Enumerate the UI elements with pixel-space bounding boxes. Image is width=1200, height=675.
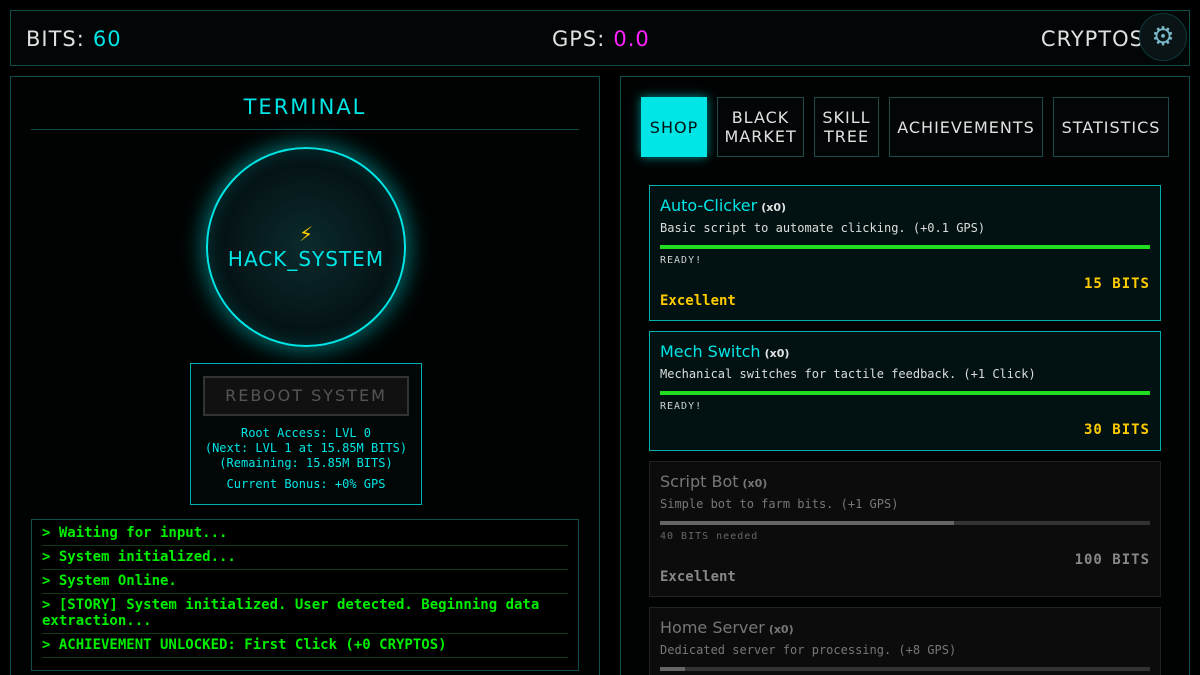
- hack-system-label: HACK_SYSTEM: [227, 247, 385, 271]
- item-description: Dedicated server for processing. (+8 GPS…: [660, 643, 957, 657]
- top-bar: BITS: 60 GPS: 0.0 CRYPTOS ⚙: [10, 10, 1190, 66]
- gear-icon: ⚙: [1151, 22, 1175, 52]
- next-level-info: (Next: LVL 1 at 15.85M BITS): [204, 441, 408, 455]
- item-count: (x0): [742, 477, 768, 490]
- item-price: 15 BITS: [1083, 276, 1150, 292]
- terminal-panel: TERMINAL ⚡ HACK_SYSTEM REBOOT SYSTEM Roo…: [10, 76, 600, 675]
- shop-item-script-bot[interactable]: Script Bot (x0) Simple bot to farm bits. …: [649, 461, 1161, 597]
- log-line: > ACHIEVEMENT UNLOCKED: First Click (+0 …: [42, 634, 568, 658]
- item-progress-bar: [660, 667, 1150, 671]
- log-line: > Waiting for input...: [42, 522, 568, 546]
- tab-skill-tree[interactable]: SKILL TREE: [814, 97, 879, 157]
- tab-black-market-label: BLACK MARKET: [724, 108, 797, 146]
- gps-value: 0.0: [613, 27, 650, 51]
- item-status: READY!: [660, 401, 703, 412]
- item-name: Auto-Clicker: [660, 196, 758, 215]
- shop-panel: SHOP BLACK MARKET SKILL TREE ACHIEVEMENT…: [620, 76, 1190, 675]
- tab-statistics[interactable]: STATISTICS: [1053, 97, 1169, 157]
- bits-value: 60: [92, 27, 122, 51]
- item-progress-fill: [660, 667, 685, 671]
- remaining-info: (Remaining: 15.85M BITS): [219, 456, 393, 470]
- tab-skill-tree-label: SKILL TREE: [822, 108, 871, 146]
- bits-counter: BITS: 60: [26, 27, 122, 51]
- tab-achievements[interactable]: ACHIEVEMENTS: [889, 97, 1043, 157]
- terminal-log: > Waiting for input... > System initiali…: [31, 519, 579, 671]
- current-bonus: Current Bonus: +0% GPS: [226, 477, 386, 491]
- item-status: 40 BITS needed: [660, 531, 759, 542]
- item-progress-bar: [660, 521, 1150, 525]
- reboot-system-button[interactable]: REBOOT SYSTEM: [203, 376, 409, 416]
- cryptos-label: CRYPTOS: [1040, 27, 1144, 51]
- hack-system-button[interactable]: ⚡ HACK_SYSTEM: [206, 147, 406, 347]
- item-price: 30 BITS: [1083, 422, 1150, 438]
- item-count: (x0): [761, 201, 787, 214]
- item-description: Basic script to automate clicking. (+0.1…: [660, 221, 986, 235]
- shop-item-home-server[interactable]: Home Server (x0) Dedicated server for pro…: [649, 607, 1161, 675]
- item-description: Simple bot to farm bits. (+1 GPS): [660, 497, 899, 511]
- item-title: Auto-Clicker (x0): [660, 196, 786, 215]
- lightning-icon: ⚡: [298, 222, 314, 246]
- log-line: > System Online.: [42, 570, 568, 594]
- item-title: Script Bot (x0): [660, 472, 767, 491]
- reboot-panel: REBOOT SYSTEM Root Access: LVL 0 (Next: …: [190, 363, 422, 505]
- gps-counter: GPS: 0.0: [552, 27, 650, 51]
- item-progress-fill: [660, 391, 1150, 395]
- settings-button[interactable]: ⚙: [1139, 13, 1187, 61]
- item-progress-bar: [660, 391, 1150, 395]
- bits-label: BITS:: [26, 27, 85, 51]
- item-rating: Excellent: [660, 569, 736, 585]
- item-name: Mech Switch: [660, 342, 761, 361]
- item-name: Home Server: [660, 618, 765, 637]
- cryptos-counter: CRYPTOS: [1041, 27, 1144, 51]
- shop-item-auto-clicker[interactable]: Auto-Clicker (x0) Basic script to automat…: [649, 185, 1161, 321]
- root-access-level: Root Access: LVL 0: [240, 426, 372, 440]
- item-title: Home Server (x0): [660, 618, 794, 637]
- item-title: Mech Switch (x0): [660, 342, 789, 361]
- item-name: Script Bot: [660, 472, 739, 491]
- root-access-info: Root Access: LVL 0 (Next: LVL 1 at 15.85…: [191, 426, 421, 492]
- shop-item-mech-switch[interactable]: Mech Switch (x0) Mechanical switches for …: [649, 331, 1161, 451]
- item-price: 100 BITS: [1074, 552, 1150, 568]
- item-progress-fill: [660, 521, 954, 525]
- item-count: (x0): [764, 347, 790, 360]
- item-progress-fill: [660, 245, 1150, 249]
- terminal-title: TERMINAL: [31, 95, 579, 130]
- item-count: (x0): [768, 623, 794, 636]
- item-rating: Excellent: [660, 293, 736, 309]
- item-status: READY!: [660, 255, 703, 266]
- gps-label: GPS:: [552, 27, 606, 51]
- tab-black-market[interactable]: BLACK MARKET: [717, 97, 804, 157]
- item-progress-bar: [660, 245, 1150, 249]
- tab-shop[interactable]: SHOP: [641, 97, 707, 157]
- item-description: Mechanical switches for tactile feedback…: [660, 367, 1036, 381]
- log-line: > System initialized...: [42, 546, 568, 570]
- log-line: > [STORY] System initialized. User detec…: [42, 594, 568, 634]
